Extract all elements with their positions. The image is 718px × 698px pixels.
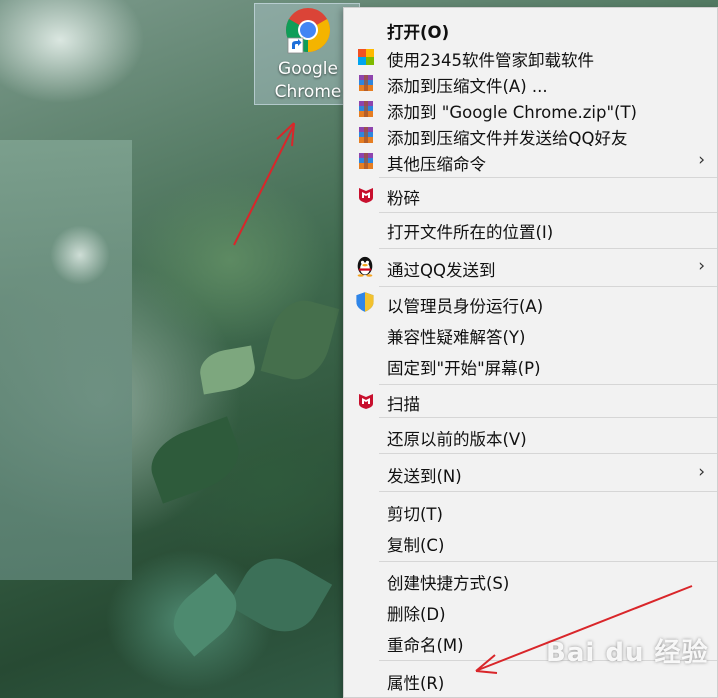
annotation-arrows	[233, 122, 693, 674]
annotation-arrow-to-properties	[475, 585, 693, 674]
annotation-arrow-to-shortcut	[233, 122, 295, 246]
